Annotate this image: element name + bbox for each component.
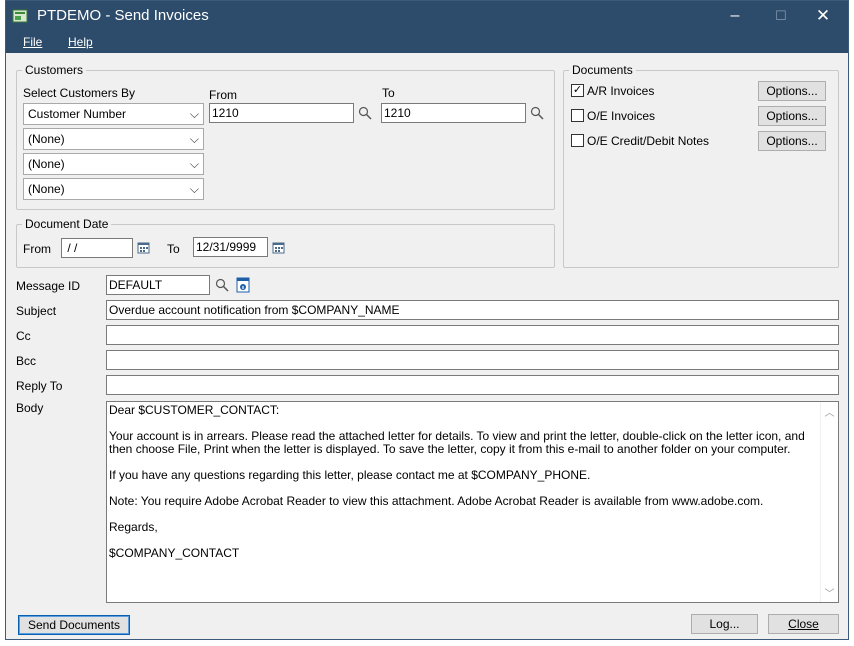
ar-invoices-options-button[interactable]: Options... bbox=[758, 81, 826, 101]
date-to-input[interactable]: 12/31/9999 bbox=[193, 237, 268, 257]
menu-bar: File Help bbox=[6, 32, 848, 53]
info-icon[interactable] bbox=[236, 277, 250, 293]
ar-invoices-checkbox[interactable]: ✓ bbox=[571, 84, 584, 97]
customer-to-input[interactable]: 1210 bbox=[381, 103, 526, 123]
magnifier-icon[interactable] bbox=[358, 106, 372, 120]
scroll-down-icon[interactable]: ﹀ bbox=[821, 585, 838, 600]
chevron-down-icon: ⌵ bbox=[189, 132, 199, 146]
chevron-down-icon: ⌵ bbox=[189, 157, 199, 171]
select-customers-by-dropdown[interactable]: Customer Number ⌵ bbox=[23, 103, 204, 125]
cc-input[interactable] bbox=[106, 325, 839, 345]
send-documents-button[interactable]: Send Documents bbox=[18, 615, 130, 635]
body-label: Body bbox=[16, 401, 44, 415]
minimize-button[interactable]: – bbox=[712, 1, 758, 32]
customer-criteria-dropdown-4[interactable]: (None) ⌵ bbox=[23, 178, 204, 200]
date-to-label: To bbox=[167, 242, 180, 256]
title-bar: PTDEMO - Send Invoices – ☐ ✕ bbox=[6, 1, 848, 32]
send-invoices-window: PTDEMO - Send Invoices – ☐ ✕ File Help C… bbox=[5, 0, 849, 640]
customers-to-label: To bbox=[382, 86, 395, 100]
ar-invoices-label: A/R Invoices bbox=[587, 84, 655, 98]
customers-group-label: Customers bbox=[22, 63, 87, 77]
select-customers-by-label: Select Customers By bbox=[23, 86, 136, 100]
calendar-icon[interactable] bbox=[272, 241, 285, 254]
customer-criteria-dropdown-3[interactable]: (None) ⌵ bbox=[23, 153, 204, 175]
body-paragraph: Note: You require Adobe Acrobat Reader t… bbox=[109, 494, 764, 508]
date-from-label: From bbox=[23, 242, 51, 256]
body-text: Dear $CUSTOMER_CONTACT: Your account is … bbox=[109, 404, 819, 573]
chevron-down-icon: ⌵ bbox=[189, 107, 199, 121]
oe-invoices-label: O/E Invoices bbox=[587, 109, 656, 123]
oe-invoices-checkbox[interactable] bbox=[571, 109, 584, 122]
cc-label: Cc bbox=[16, 329, 31, 343]
scroll-up-icon[interactable]: ︿ bbox=[821, 404, 838, 419]
subject-label: Subject bbox=[16, 304, 57, 318]
documents-group-label: Documents bbox=[569, 63, 636, 77]
chevron-down-icon: ⌵ bbox=[189, 182, 199, 196]
customers-from-label: From bbox=[209, 88, 237, 102]
body-paragraph: If you have any questions regarding this… bbox=[109, 468, 591, 482]
close-button[interactable]: Close bbox=[768, 614, 839, 634]
reply-to-input[interactable] bbox=[106, 375, 839, 395]
body-paragraph: $COMPANY_CONTACT bbox=[109, 546, 240, 560]
magnifier-icon[interactable] bbox=[215, 278, 229, 292]
bcc-label: Bcc bbox=[16, 354, 37, 368]
customer-criteria-value-2: (None) bbox=[28, 132, 65, 146]
menu-help-label: Help bbox=[68, 35, 93, 49]
customer-criteria-value-3: (None) bbox=[28, 157, 65, 171]
app-icon bbox=[12, 9, 28, 23]
document-date-group-label: Document Date bbox=[22, 217, 112, 231]
oe-credit-debit-label: O/E Credit/Debit Notes bbox=[587, 134, 710, 148]
window-title: PTDEMO - Send Invoices bbox=[37, 7, 209, 24]
menu-file[interactable]: File bbox=[23, 35, 42, 49]
body-textarea[interactable]: Dear $CUSTOMER_CONTACT: Your account is … bbox=[106, 401, 839, 603]
date-from-input[interactable]: / / bbox=[61, 238, 133, 258]
oe-credit-debit-options-button[interactable]: Options... bbox=[758, 131, 826, 151]
bcc-input[interactable] bbox=[106, 350, 839, 370]
body-paragraph: Your account is in arrears. Please read … bbox=[109, 429, 805, 456]
subject-input[interactable]: Overdue account notification from $COMPA… bbox=[106, 300, 839, 320]
maximize-button[interactable]: ☐ bbox=[758, 1, 804, 32]
calendar-icon[interactable] bbox=[137, 241, 150, 254]
magnifier-icon[interactable] bbox=[530, 106, 544, 120]
message-id-input[interactable]: DEFAULT bbox=[106, 275, 210, 295]
oe-credit-debit-checkbox[interactable] bbox=[571, 134, 584, 147]
menu-help[interactable]: Help bbox=[68, 35, 93, 49]
body-scrollbar[interactable]: ︿ ﹀ bbox=[820, 402, 838, 602]
message-id-label: Message ID bbox=[16, 279, 81, 293]
body-paragraph: Dear $CUSTOMER_CONTACT: bbox=[109, 403, 280, 417]
log-button[interactable]: Log... bbox=[691, 614, 758, 634]
customer-criteria-value-4: (None) bbox=[28, 182, 65, 196]
menu-file-label: File bbox=[23, 35, 43, 49]
customer-criteria-dropdown-2[interactable]: (None) ⌵ bbox=[23, 128, 204, 150]
oe-invoices-options-button[interactable]: Options... bbox=[758, 106, 826, 126]
body-paragraph: Regards, bbox=[109, 520, 158, 534]
reply-to-label: Reply To bbox=[16, 379, 63, 393]
customer-from-input[interactable]: 1210 bbox=[209, 103, 354, 123]
select-customers-by-value: Customer Number bbox=[28, 107, 127, 121]
close-window-button[interactable]: ✕ bbox=[800, 1, 846, 32]
